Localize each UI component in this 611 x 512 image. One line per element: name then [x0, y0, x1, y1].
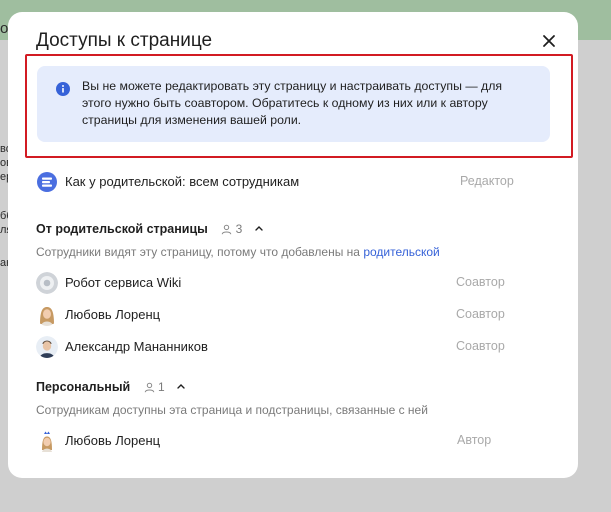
chevron-up-icon[interactable]	[254, 223, 264, 233]
member-row: Александр Мананников Соавтор	[8, 334, 578, 360]
robot-avatar	[36, 272, 58, 294]
access-dialog: Доступы к странице Вы не можете редактир…	[8, 12, 578, 478]
parent-section-count-value: 3	[235, 222, 243, 236]
parent-section-description: Сотрудники видят эту страницу, потому чт…	[36, 245, 440, 259]
parent-section-title: От родительской страницы	[36, 222, 208, 236]
inherit-access-icon	[36, 171, 58, 193]
chevron-up-icon[interactable]	[176, 381, 186, 391]
personal-section-description: Сотрудникам доступны эта страница и подс…	[36, 403, 428, 417]
male-avatar	[36, 336, 58, 358]
close-button[interactable]	[540, 32, 558, 50]
member-name[interactable]: Робот сервиса Wiki	[65, 275, 181, 290]
personal-section-count: 1	[144, 380, 168, 394]
member-row: Любовь Лоренц Соавтор	[8, 302, 578, 328]
close-icon	[543, 35, 555, 47]
member-name[interactable]: Любовь Лоренц	[65, 433, 160, 448]
notice-highlight: Вы не можете редактировать эту страницу …	[25, 54, 573, 158]
member-name[interactable]: Александр Мананников	[65, 339, 208, 354]
permission-notice: Вы не можете редактировать эту страницу …	[37, 66, 550, 142]
info-icon	[56, 82, 70, 96]
dialog-title: Доступы к странице	[36, 30, 213, 51]
personal-section-header: Персональный 1	[36, 380, 186, 398]
female-avatar-crown	[36, 430, 58, 452]
member-role: Соавтор	[456, 275, 505, 289]
person-icon	[222, 224, 232, 235]
member-role: Соавтор	[456, 339, 505, 353]
female-avatar	[36, 304, 58, 326]
member-role: Автор	[457, 433, 492, 447]
notice-text: Вы не можете редактировать эту страницу …	[82, 79, 503, 127]
personal-section-count-value: 1	[158, 380, 165, 394]
inherit-access-label: Как у родительской: всем сотрудникам	[65, 174, 300, 189]
parent-section-header: От родительской страницы 3	[36, 222, 264, 240]
personal-section-title: Персональный	[36, 380, 131, 394]
member-role: Соавтор	[456, 307, 505, 321]
parent-section-count: 3	[221, 222, 245, 236]
member-row: Любовь Лоренц Автор	[8, 428, 578, 454]
member-row: Робот сервиса Wiki Соавтор	[8, 270, 578, 296]
person-icon	[144, 382, 154, 393]
parent-section-description-text: Сотрудники видят эту страницу, потому чт…	[36, 245, 364, 259]
inherit-access-row: Как у родительской: всем сотрудникам Ред…	[8, 169, 578, 195]
inherit-access-role: Редактор	[460, 174, 514, 188]
parent-page-link[interactable]: родительской	[363, 245, 439, 259]
member-name[interactable]: Любовь Лоренц	[65, 307, 160, 322]
